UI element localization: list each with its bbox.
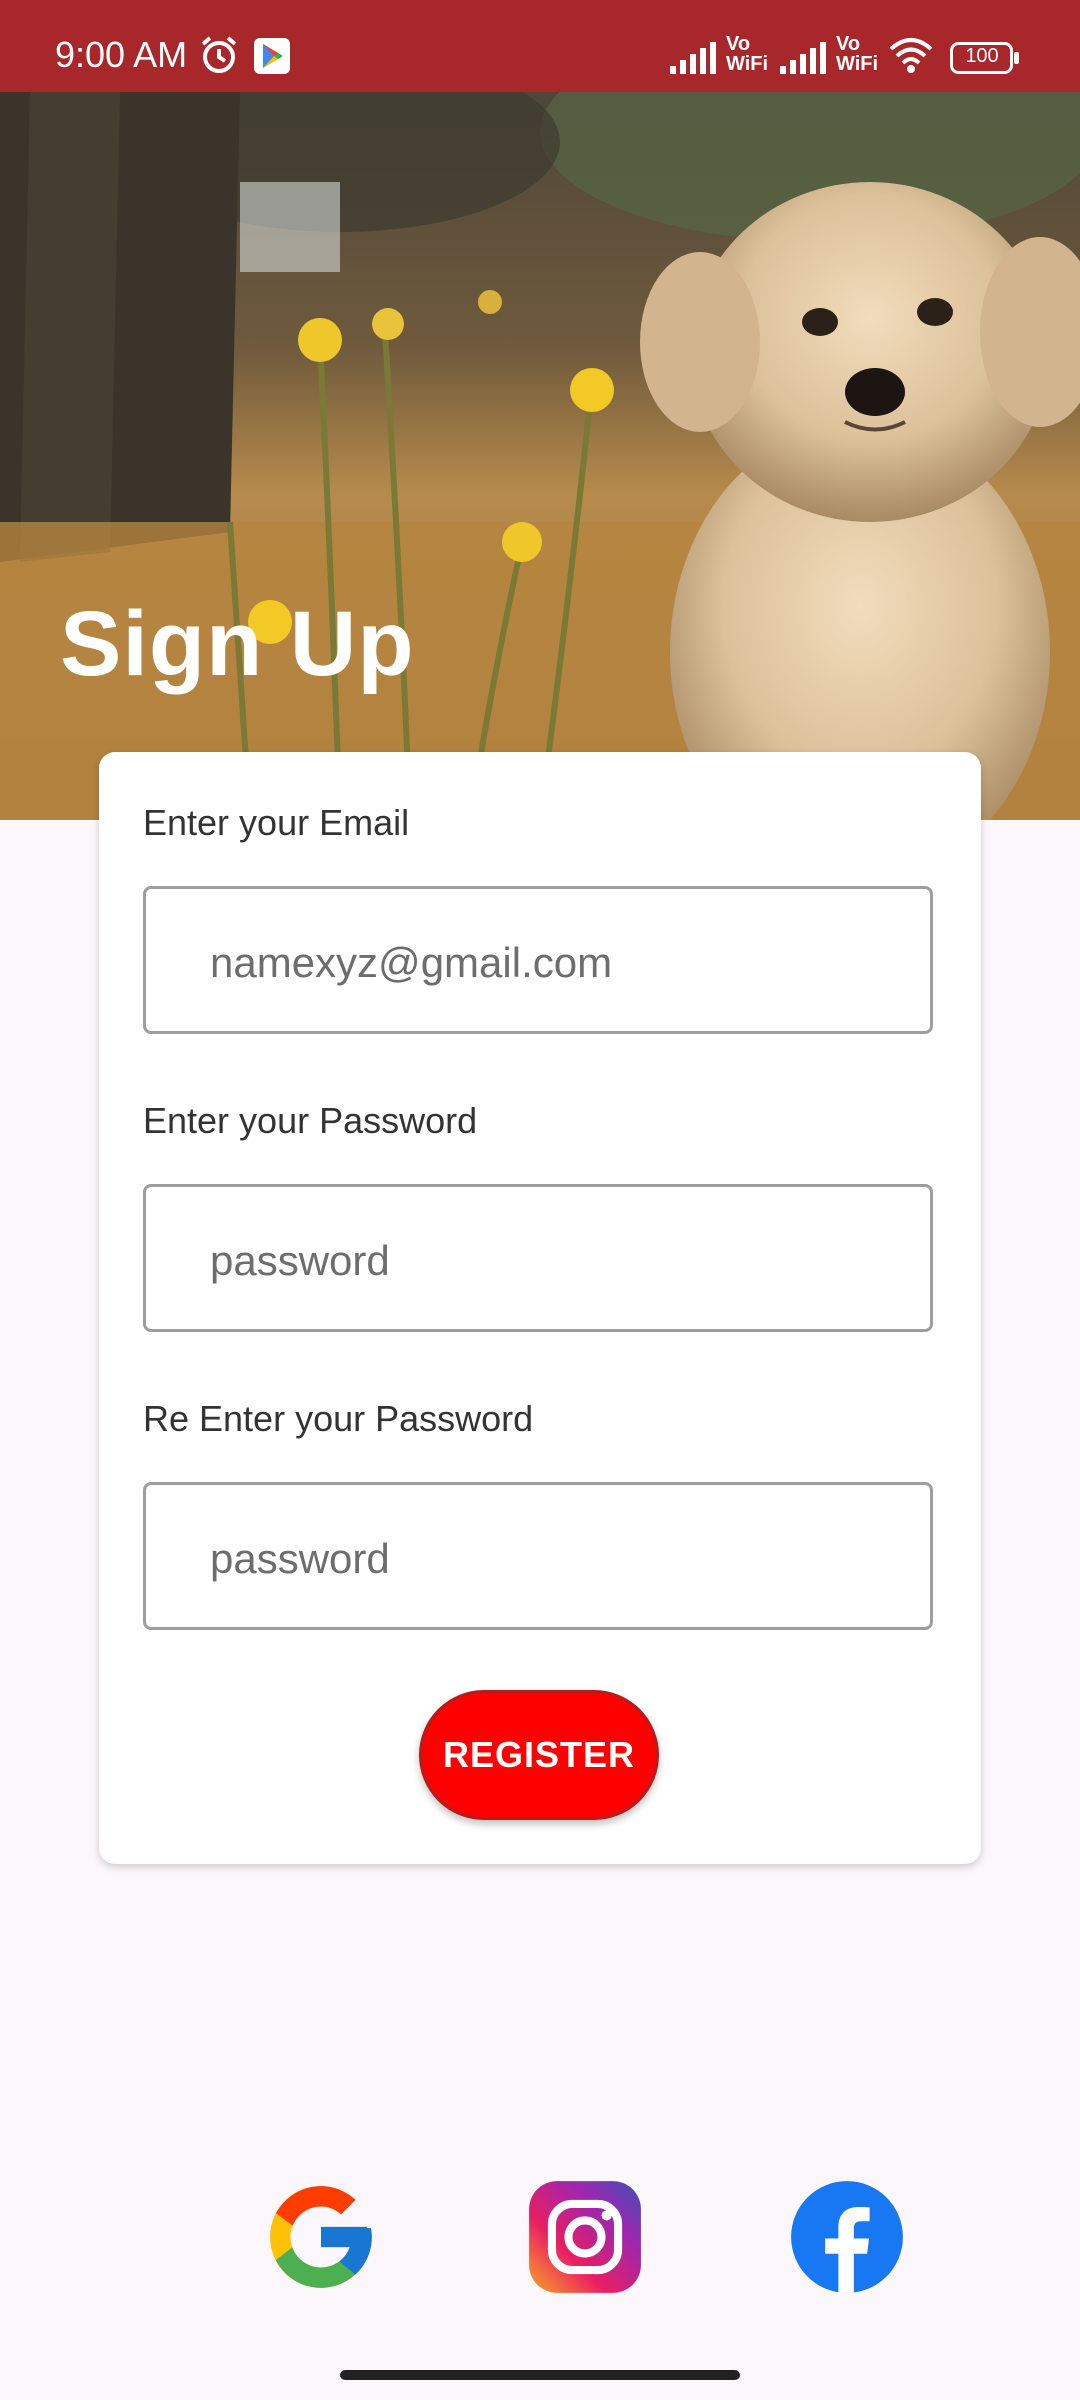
signal-icon: [780, 42, 826, 74]
signal-icon: [670, 42, 716, 74]
reenter-password-placeholder: password: [210, 1535, 390, 1582]
signup-card: Enter your Email namexyz@gmail.com Enter…: [99, 752, 981, 1864]
wifi-icon: [889, 38, 933, 73]
instagram-icon[interactable]: [524, 2176, 646, 2298]
password-label: Enter your Password: [143, 1100, 478, 1141]
puppy-photo: [0, 92, 1080, 820]
status-time: 9:00 AM: [55, 34, 188, 75]
status-bar: 9:00 AM Vo WiFi Vo WiFi 100: [0, 0, 1080, 92]
register-button[interactable]: REGISTER: [419, 1690, 659, 1820]
vowifi-label: Vo WiFi: [836, 33, 879, 75]
email-field[interactable]: namexyz@gmail.com: [143, 886, 933, 1034]
home-indicator[interactable]: [340, 2370, 740, 2380]
email-label: Enter your Email: [143, 802, 410, 843]
battery-level: 100: [965, 45, 999, 67]
vowifi-label: Vo WiFi: [726, 33, 769, 75]
play-store-icon: [254, 38, 290, 74]
password-field[interactable]: password: [143, 1184, 933, 1332]
page-title: Sign Up: [60, 593, 415, 695]
alarm-icon: [201, 36, 237, 73]
google-icon[interactable]: [260, 2176, 382, 2298]
password-placeholder: password: [210, 1237, 390, 1284]
hero-banner: Sign Up: [0, 92, 1080, 820]
email-placeholder: namexyz@gmail.com: [210, 939, 613, 986]
reenter-password-field[interactable]: password: [143, 1482, 933, 1630]
facebook-icon[interactable]: [786, 2176, 908, 2298]
reenter-password-label: Re Enter your Password: [143, 1398, 534, 1439]
